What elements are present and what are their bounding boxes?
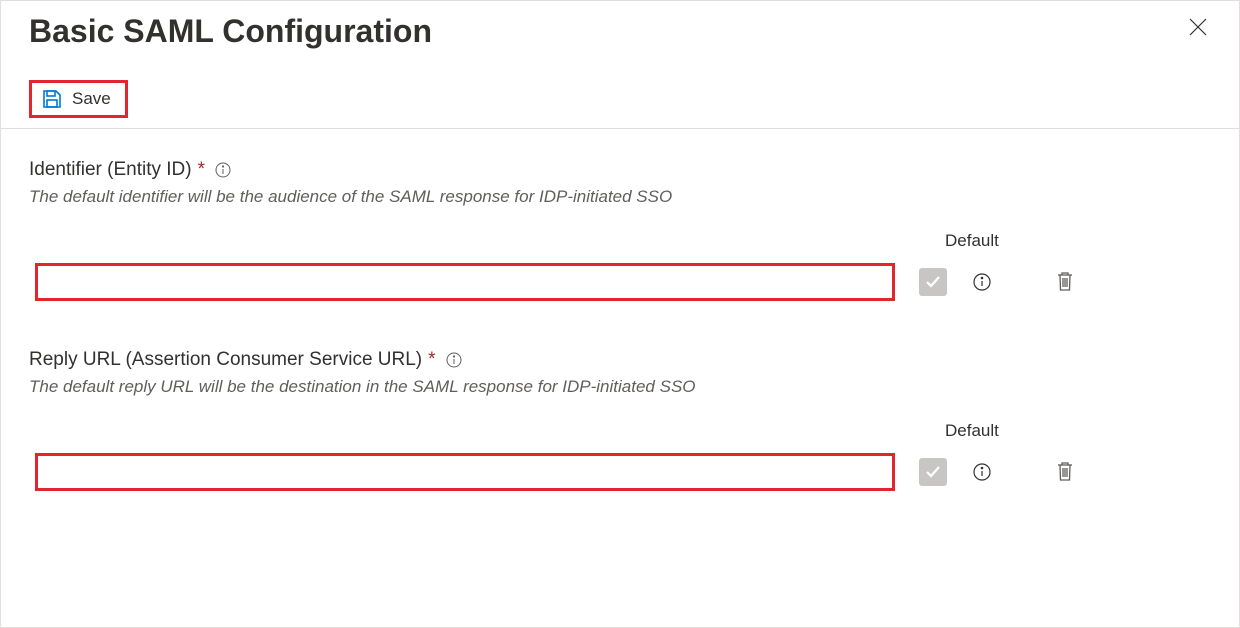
- info-icon[interactable]: [973, 463, 991, 481]
- page-title: Basic SAML Configuration: [29, 13, 432, 50]
- reply-url-default-checkbox[interactable]: [919, 458, 947, 486]
- default-column-header: Default: [945, 421, 1211, 441]
- info-icon[interactable]: [446, 352, 462, 368]
- identifier-default-checkbox[interactable]: [919, 268, 947, 296]
- identifier-input[interactable]: [35, 263, 895, 301]
- trash-icon: [1055, 460, 1075, 485]
- info-icon[interactable]: [973, 273, 991, 291]
- reply-url-input[interactable]: [35, 453, 895, 491]
- identifier-label: Identifier (Entity ID): [29, 159, 192, 181]
- save-button[interactable]: Save: [29, 80, 128, 118]
- reply-url-section: Reply URL (Assertion Consumer Service UR…: [29, 349, 1211, 491]
- info-icon[interactable]: [215, 162, 231, 178]
- reply-url-delete-button[interactable]: [1055, 460, 1075, 485]
- default-column-header: Default: [945, 231, 1211, 251]
- save-icon: [42, 89, 62, 109]
- identifier-section: Identifier (Entity ID) * The default ide…: [29, 159, 1211, 301]
- trash-icon: [1055, 270, 1075, 295]
- reply-url-label: Reply URL (Assertion Consumer Service UR…: [29, 349, 422, 371]
- save-button-label: Save: [72, 89, 111, 109]
- required-indicator: *: [428, 349, 435, 371]
- required-indicator: *: [198, 159, 205, 181]
- identifier-delete-button[interactable]: [1055, 270, 1075, 295]
- reply-url-description: The default reply URL will be the destin…: [29, 377, 1211, 397]
- close-button[interactable]: [1185, 13, 1211, 45]
- identifier-description: The default identifier will be the audie…: [29, 187, 1211, 207]
- close-icon: [1189, 15, 1207, 42]
